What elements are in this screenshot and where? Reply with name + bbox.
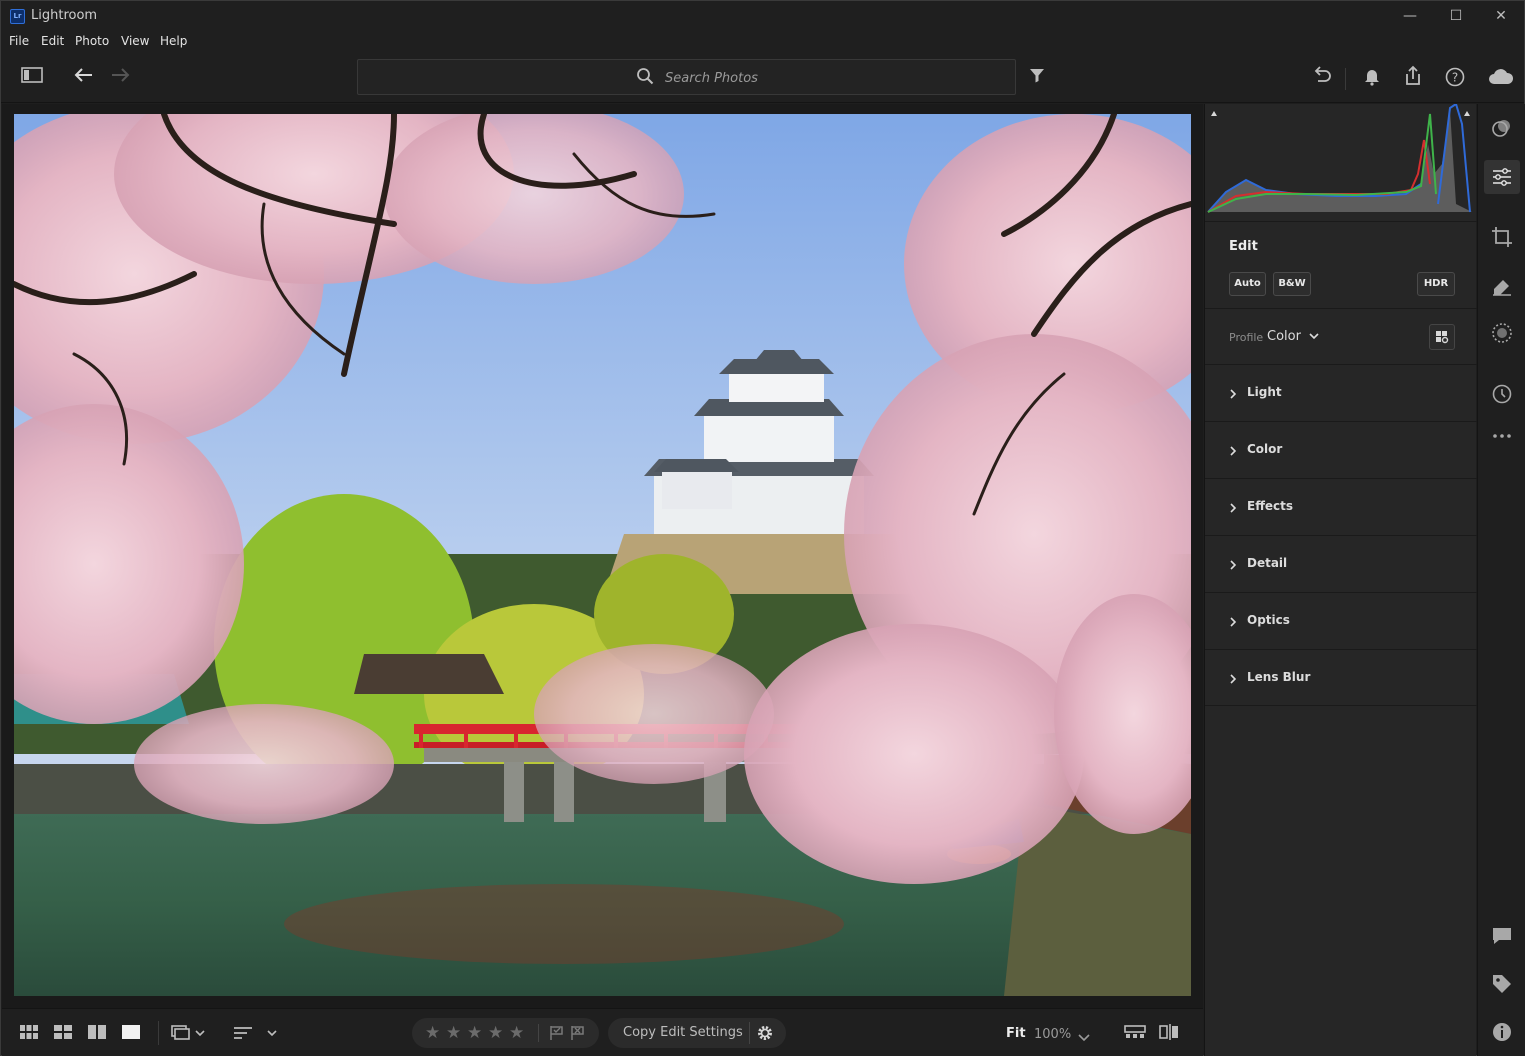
chevron-right-icon bbox=[1227, 386, 1239, 400]
photo-viewer[interactable] bbox=[2, 104, 1203, 1008]
copy-edit-settings-group: Copy Edit Settings bbox=[608, 1018, 786, 1048]
menu-bar: File Edit Photo View Help bbox=[1, 31, 1524, 53]
chevron-right-icon bbox=[1227, 671, 1239, 685]
profile-label: Profile bbox=[1229, 331, 1264, 344]
help-icon[interactable]: ? bbox=[1442, 66, 1468, 90]
edit-section-divider bbox=[1205, 221, 1477, 222]
profile-browser-button[interactable] bbox=[1429, 324, 1455, 350]
menu-file[interactable]: File bbox=[9, 34, 29, 48]
chevron-right-icon bbox=[1227, 557, 1239, 571]
bw-button[interactable]: B&W bbox=[1273, 272, 1311, 296]
panel-lens-blur[interactable]: Lens Blur bbox=[1205, 649, 1477, 706]
photo-grid-icon[interactable] bbox=[53, 1023, 73, 1043]
masking-icon[interactable] bbox=[1490, 321, 1514, 345]
search-placeholder: Search Photos bbox=[665, 71, 758, 86]
crop-icon[interactable] bbox=[1490, 225, 1514, 249]
filmstrip-toggle-icon[interactable] bbox=[1124, 1023, 1146, 1043]
chevron-right-icon bbox=[1227, 443, 1239, 457]
title-bar: Lr Lightroom — ☐ ✕ bbox=[1, 1, 1524, 31]
hdr-button[interactable]: HDR bbox=[1417, 272, 1455, 296]
profile-value: Color bbox=[1267, 329, 1301, 344]
panel-effects[interactable]: Effects bbox=[1205, 478, 1477, 535]
lightroom-window: Lr Lightroom — ☐ ✕ File Edit Photo View … bbox=[0, 0, 1525, 1056]
compare-view-icon[interactable] bbox=[87, 1023, 107, 1043]
share-icon[interactable] bbox=[1400, 65, 1426, 89]
healing-eraser-icon[interactable] bbox=[1490, 273, 1514, 297]
panel-optics-label: Optics bbox=[1247, 613, 1290, 627]
detail-view-icon[interactable] bbox=[121, 1023, 141, 1043]
zoom-chevron-down-icon[interactable] bbox=[1078, 1028, 1090, 1047]
copy-divider bbox=[749, 1022, 750, 1044]
tool-rail bbox=[1477, 104, 1525, 1056]
zoom-level-dropdown[interactable]: 100% bbox=[1034, 1027, 1071, 1042]
minimize-button[interactable]: — bbox=[1387, 5, 1433, 27]
panel-light[interactable]: Light bbox=[1205, 364, 1477, 421]
back-arrow-icon[interactable] bbox=[70, 66, 96, 90]
top-toolbar: Search Photos ? bbox=[1, 53, 1524, 103]
chevron-down-icon bbox=[1309, 329, 1319, 344]
rating-divider bbox=[538, 1024, 539, 1042]
histogram bbox=[1206, 102, 1476, 217]
edit-panel-title: Edit bbox=[1229, 239, 1258, 254]
chevron-right-icon bbox=[1227, 500, 1239, 514]
menu-help[interactable]: Help bbox=[160, 34, 187, 48]
edit-panel: Edit Auto B&W HDR Profile Color Light Co… bbox=[1204, 102, 1477, 1056]
rating-star-3[interactable]: ★ bbox=[467, 1023, 482, 1043]
reject-flag-icon[interactable] bbox=[570, 1025, 586, 1045]
panel-effects-label: Effects bbox=[1247, 499, 1294, 513]
tag-icon[interactable] bbox=[1490, 972, 1514, 996]
auto-button[interactable]: Auto bbox=[1229, 272, 1266, 296]
rating-star-1[interactable]: ★ bbox=[425, 1023, 440, 1043]
close-button[interactable]: ✕ bbox=[1478, 5, 1524, 27]
more-options-icon[interactable] bbox=[1490, 424, 1514, 448]
chevron-right-icon bbox=[1227, 614, 1239, 628]
lightroom-app-icon: Lr bbox=[10, 9, 25, 24]
menu-edit[interactable]: Edit bbox=[41, 34, 64, 48]
gear-icon[interactable] bbox=[756, 1024, 774, 1046]
comment-icon[interactable] bbox=[1490, 924, 1514, 948]
maximize-button[interactable]: ☐ bbox=[1433, 5, 1479, 27]
search-field[interactable]: Search Photos bbox=[357, 59, 1016, 95]
edit-sliders-icon[interactable] bbox=[1490, 165, 1514, 189]
panel-light-label: Light bbox=[1247, 385, 1282, 399]
bottom-toolbar: ★ ★ ★ ★ ★ Copy Edit Settings Fit 100% bbox=[2, 1008, 1203, 1056]
panel-lens-blur-label: Lens Blur bbox=[1247, 670, 1311, 684]
square-grid-icon[interactable] bbox=[19, 1023, 39, 1043]
profile-grid-icon bbox=[1430, 331, 1454, 353]
rating-and-flag-group: ★ ★ ★ ★ ★ bbox=[412, 1018, 599, 1048]
cloud-icon[interactable] bbox=[1486, 67, 1516, 91]
slideshow-menu-icon[interactable] bbox=[170, 1023, 208, 1043]
pick-flag-icon[interactable] bbox=[549, 1025, 565, 1045]
bottom-divider bbox=[158, 1021, 159, 1045]
panel-color-label: Color bbox=[1247, 442, 1283, 456]
rating-star-4[interactable]: ★ bbox=[488, 1023, 503, 1043]
rating-star-5[interactable]: ★ bbox=[509, 1023, 524, 1043]
history-icon[interactable] bbox=[1490, 382, 1514, 406]
profile-divider bbox=[1205, 308, 1477, 309]
presets-icon[interactable] bbox=[1490, 116, 1514, 140]
undo-icon[interactable] bbox=[1309, 66, 1335, 90]
svg-text:?: ? bbox=[1452, 71, 1458, 85]
copy-edit-settings-button[interactable]: Copy Edit Settings bbox=[623, 1025, 743, 1040]
zoom-fit-button[interactable]: Fit bbox=[1006, 1026, 1026, 1041]
panel-detail[interactable]: Detail bbox=[1205, 535, 1477, 592]
search-icon bbox=[636, 67, 654, 87]
menu-photo[interactable]: Photo bbox=[75, 34, 109, 48]
panel-detail-label: Detail bbox=[1247, 556, 1288, 570]
filter-icon[interactable] bbox=[1024, 66, 1050, 90]
panel-color[interactable]: Color bbox=[1205, 421, 1477, 478]
sort-menu-icon[interactable] bbox=[232, 1023, 280, 1043]
info-icon[interactable] bbox=[1490, 1020, 1514, 1044]
rating-star-2[interactable]: ★ bbox=[446, 1023, 461, 1043]
before-after-icon[interactable] bbox=[1158, 1023, 1180, 1043]
sidebar-toggle-icon[interactable] bbox=[19, 66, 45, 90]
forward-arrow-icon[interactable] bbox=[108, 66, 134, 90]
panel-optics[interactable]: Optics bbox=[1205, 592, 1477, 649]
bell-icon[interactable] bbox=[1359, 66, 1385, 90]
profile-dropdown[interactable]: Color bbox=[1267, 329, 1319, 344]
toolbar-divider bbox=[1345, 68, 1346, 90]
window-title: Lightroom bbox=[31, 8, 98, 23]
main-photo[interactable] bbox=[14, 114, 1191, 996]
menu-view[interactable]: View bbox=[121, 34, 149, 48]
